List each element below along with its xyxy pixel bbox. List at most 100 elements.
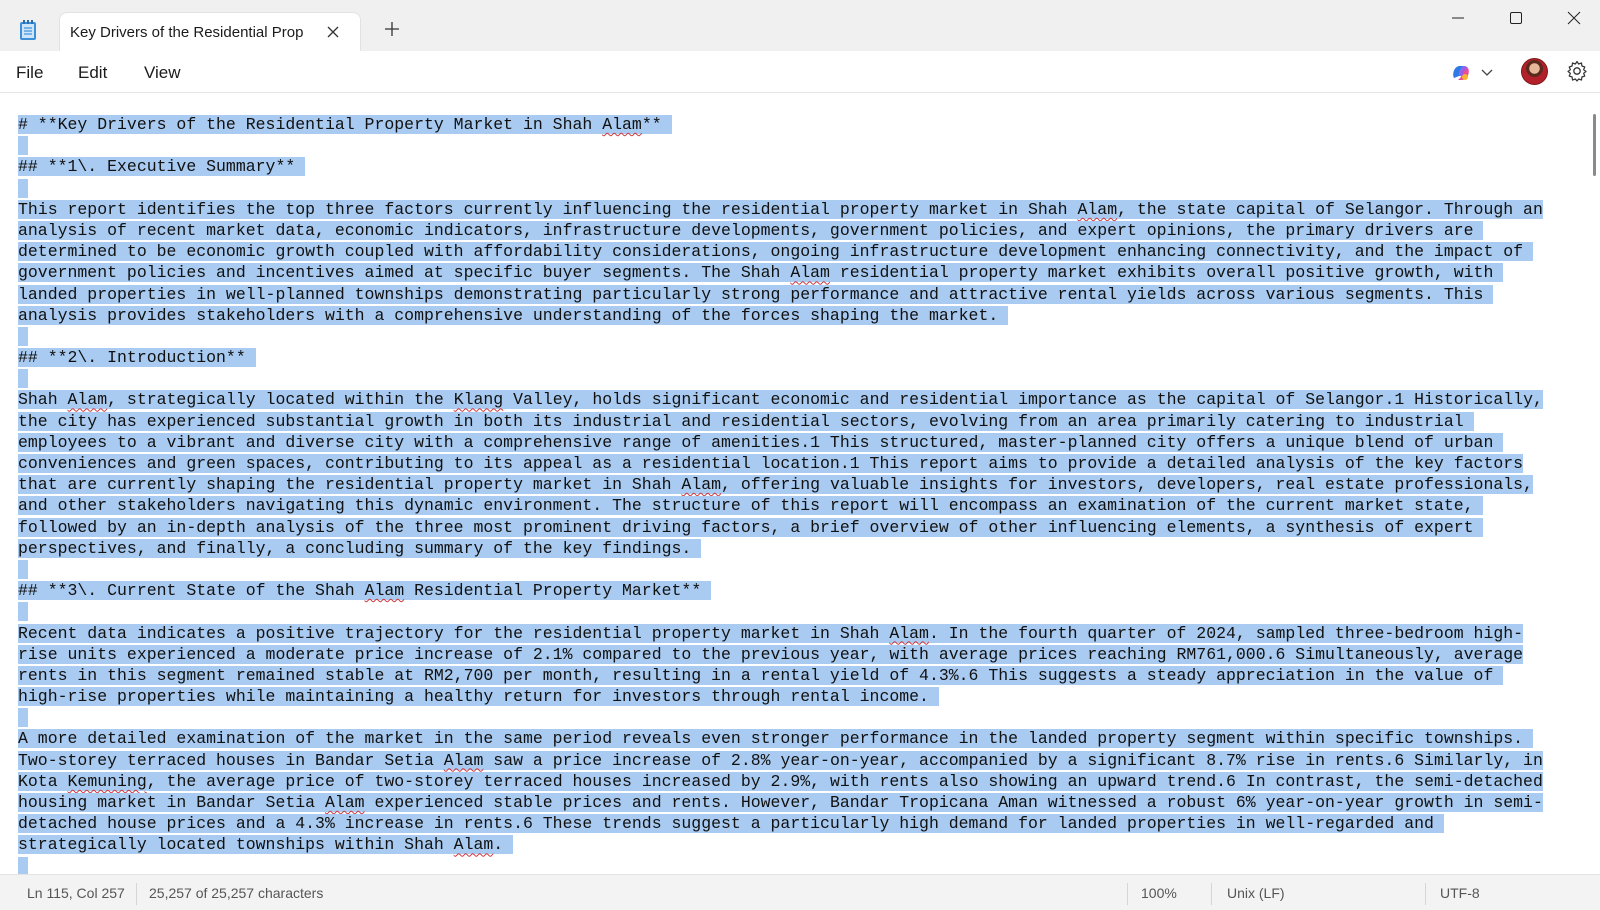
misspelled-word[interactable]: Alam xyxy=(444,751,484,770)
selected-text: Two-storey terraced houses in Bandar Set… xyxy=(18,750,1543,770)
document-line: Shah Alam, strategically located within … xyxy=(18,389,1588,410)
selected-text: # **Key Drivers of the Residential Prope… xyxy=(18,115,672,134)
misspelled-word[interactable]: Alam xyxy=(681,475,721,494)
title-bar: Key Drivers of the Residential Prop xyxy=(0,0,1600,52)
selected-text: This report identifies the top three fac… xyxy=(18,199,1543,219)
selected-text: determined to be economic growth coupled… xyxy=(18,242,1533,262)
selected-text xyxy=(18,602,28,622)
status-divider xyxy=(1425,883,1426,905)
selected-text: A more detailed examination of the marke… xyxy=(18,729,1533,749)
misspelled-word[interactable]: Alam xyxy=(790,263,830,282)
document-line: ## **1\. Executive Summary** xyxy=(18,156,1588,177)
document-line xyxy=(18,856,1588,874)
line-ending[interactable]: Unix (LF) xyxy=(1227,885,1285,901)
document-line: the city has experienced substantial gro… xyxy=(18,411,1588,432)
encoding[interactable]: UTF-8 xyxy=(1440,885,1480,901)
copilot-icon[interactable] xyxy=(1450,62,1472,84)
document-line xyxy=(18,326,1588,347)
selected-text: ## **3\. Current State of the Shah Alam … xyxy=(18,581,712,601)
misspelled-word[interactable]: Alam xyxy=(1077,200,1117,219)
misspelled-word[interactable]: Alam xyxy=(325,793,365,812)
misspelled-word[interactable]: Alam xyxy=(602,115,642,134)
selected-text: ## **2\. Introduction** xyxy=(18,348,256,368)
vertical-scrollbar[interactable] xyxy=(1593,114,1596,176)
selected-text: analysis provides stakeholders with a co… xyxy=(18,305,1009,325)
document-tab[interactable]: Key Drivers of the Residential Prop xyxy=(59,12,361,52)
document-line xyxy=(18,368,1588,389)
menu-bar: File Edit View xyxy=(0,51,1600,93)
selected-text: high-rise properties while maintaining a… xyxy=(18,687,939,707)
user-avatar[interactable] xyxy=(1521,58,1548,85)
misspelled-word[interactable]: Alam xyxy=(68,390,108,409)
selected-text xyxy=(18,369,28,389)
status-bar: Ln 115, Col 257 25,257 of 25,257 charact… xyxy=(0,874,1600,910)
minimize-icon[interactable] xyxy=(1429,0,1487,36)
maximize-icon[interactable] xyxy=(1487,0,1545,36)
selected-text xyxy=(18,708,28,728)
chevron-down-icon[interactable] xyxy=(1481,67,1493,77)
text-editor[interactable]: # **Key Drivers of the Residential Prope… xyxy=(0,94,1600,874)
cursor-position[interactable]: Ln 115, Col 257 xyxy=(27,885,125,901)
document-line: that are currently shaping the residenti… xyxy=(18,474,1588,495)
document-line xyxy=(18,601,1588,622)
misspelled-word[interactable]: Kemuning xyxy=(68,772,147,791)
document-line: ## **3\. Current State of the Shah Alam … xyxy=(18,580,1588,601)
document-line: conveniences and green spaces, contribut… xyxy=(18,453,1588,474)
selected-text: strategically located townships within S… xyxy=(18,835,514,855)
selected-text: followed by an in-depth analysis of the … xyxy=(18,517,1484,537)
notepad-icon xyxy=(20,20,36,40)
menu-view[interactable]: View xyxy=(144,63,181,83)
misspelled-word[interactable]: Alam xyxy=(454,835,494,854)
document-line: and other stakeholders navigating this d… xyxy=(18,495,1588,516)
selected-text: Shah Alam, strategically located within … xyxy=(18,390,1543,410)
document-line xyxy=(18,707,1588,728)
document-line: strategically located townships within S… xyxy=(18,834,1588,855)
document-line: analysis of recent market data, economic… xyxy=(18,220,1588,241)
selected-text xyxy=(18,856,28,874)
document-line: Kota Kemuning, the average price of two-… xyxy=(18,771,1588,792)
zoom-level[interactable]: 100% xyxy=(1141,885,1177,901)
document-line: ## **2\. Introduction** xyxy=(18,347,1588,368)
close-window-icon[interactable] xyxy=(1545,0,1600,36)
selected-text: Recent data indicates a positive traject… xyxy=(18,623,1524,643)
gear-icon[interactable] xyxy=(1566,60,1588,82)
document-line: followed by an in-depth analysis of the … xyxy=(18,517,1588,538)
selected-text: perspectives, and finally, a concluding … xyxy=(18,538,702,558)
document-line: housing market in Bandar Setia Alam expe… xyxy=(18,792,1588,813)
document-line: detached house prices and a 4.3% increas… xyxy=(18,813,1588,834)
document-line: Recent data indicates a positive traject… xyxy=(18,623,1588,644)
selected-text: government policies and incentives aimed… xyxy=(18,263,1504,283)
document-line xyxy=(18,178,1588,199)
selected-text: rise units experienced a moderate price … xyxy=(18,644,1524,664)
selected-text: detached house prices and a 4.3% increas… xyxy=(18,814,1444,834)
misspelled-word[interactable]: Alam xyxy=(365,581,405,600)
document-line: A more detailed examination of the marke… xyxy=(18,728,1588,749)
document-line: Two-storey terraced houses in Bandar Set… xyxy=(18,750,1588,771)
menu-edit[interactable]: Edit xyxy=(78,63,107,83)
document-line: high-rise properties while maintaining a… xyxy=(18,686,1588,707)
document-line: determined to be economic growth coupled… xyxy=(18,241,1588,262)
close-icon[interactable] xyxy=(322,21,344,43)
status-divider xyxy=(1211,883,1212,905)
selected-text: rents in this segment remained stable at… xyxy=(18,665,1504,685)
menu-file[interactable]: File xyxy=(16,63,43,83)
document-line: employees to a vibrant and diverse city … xyxy=(18,432,1588,453)
selected-text: that are currently shaping the residenti… xyxy=(18,475,1533,495)
document-text[interactable]: # **Key Drivers of the Residential Prope… xyxy=(18,114,1588,874)
selected-text xyxy=(18,559,28,579)
status-divider xyxy=(136,883,137,905)
plus-icon[interactable] xyxy=(381,19,403,41)
selected-text: and other stakeholders navigating this d… xyxy=(18,496,1484,516)
document-line: government policies and incentives aimed… xyxy=(18,262,1588,283)
selected-text: analysis of recent market data, economic… xyxy=(18,220,1484,240)
misspelled-word[interactable]: Klang xyxy=(454,390,504,409)
document-line: rents in this segment remained stable at… xyxy=(18,665,1588,686)
selected-text: ## **1\. Executive Summary** xyxy=(18,157,306,177)
document-line: This report identifies the top three fac… xyxy=(18,199,1588,220)
tab-title: Key Drivers of the Residential Prop xyxy=(70,24,304,41)
document-line xyxy=(18,559,1588,580)
selected-text: conveniences and green spaces, contribut… xyxy=(18,454,1524,473)
status-divider xyxy=(1127,883,1128,905)
selected-text: employees to a vibrant and diverse city … xyxy=(18,432,1504,452)
misspelled-word[interactable]: Alam xyxy=(889,624,929,643)
